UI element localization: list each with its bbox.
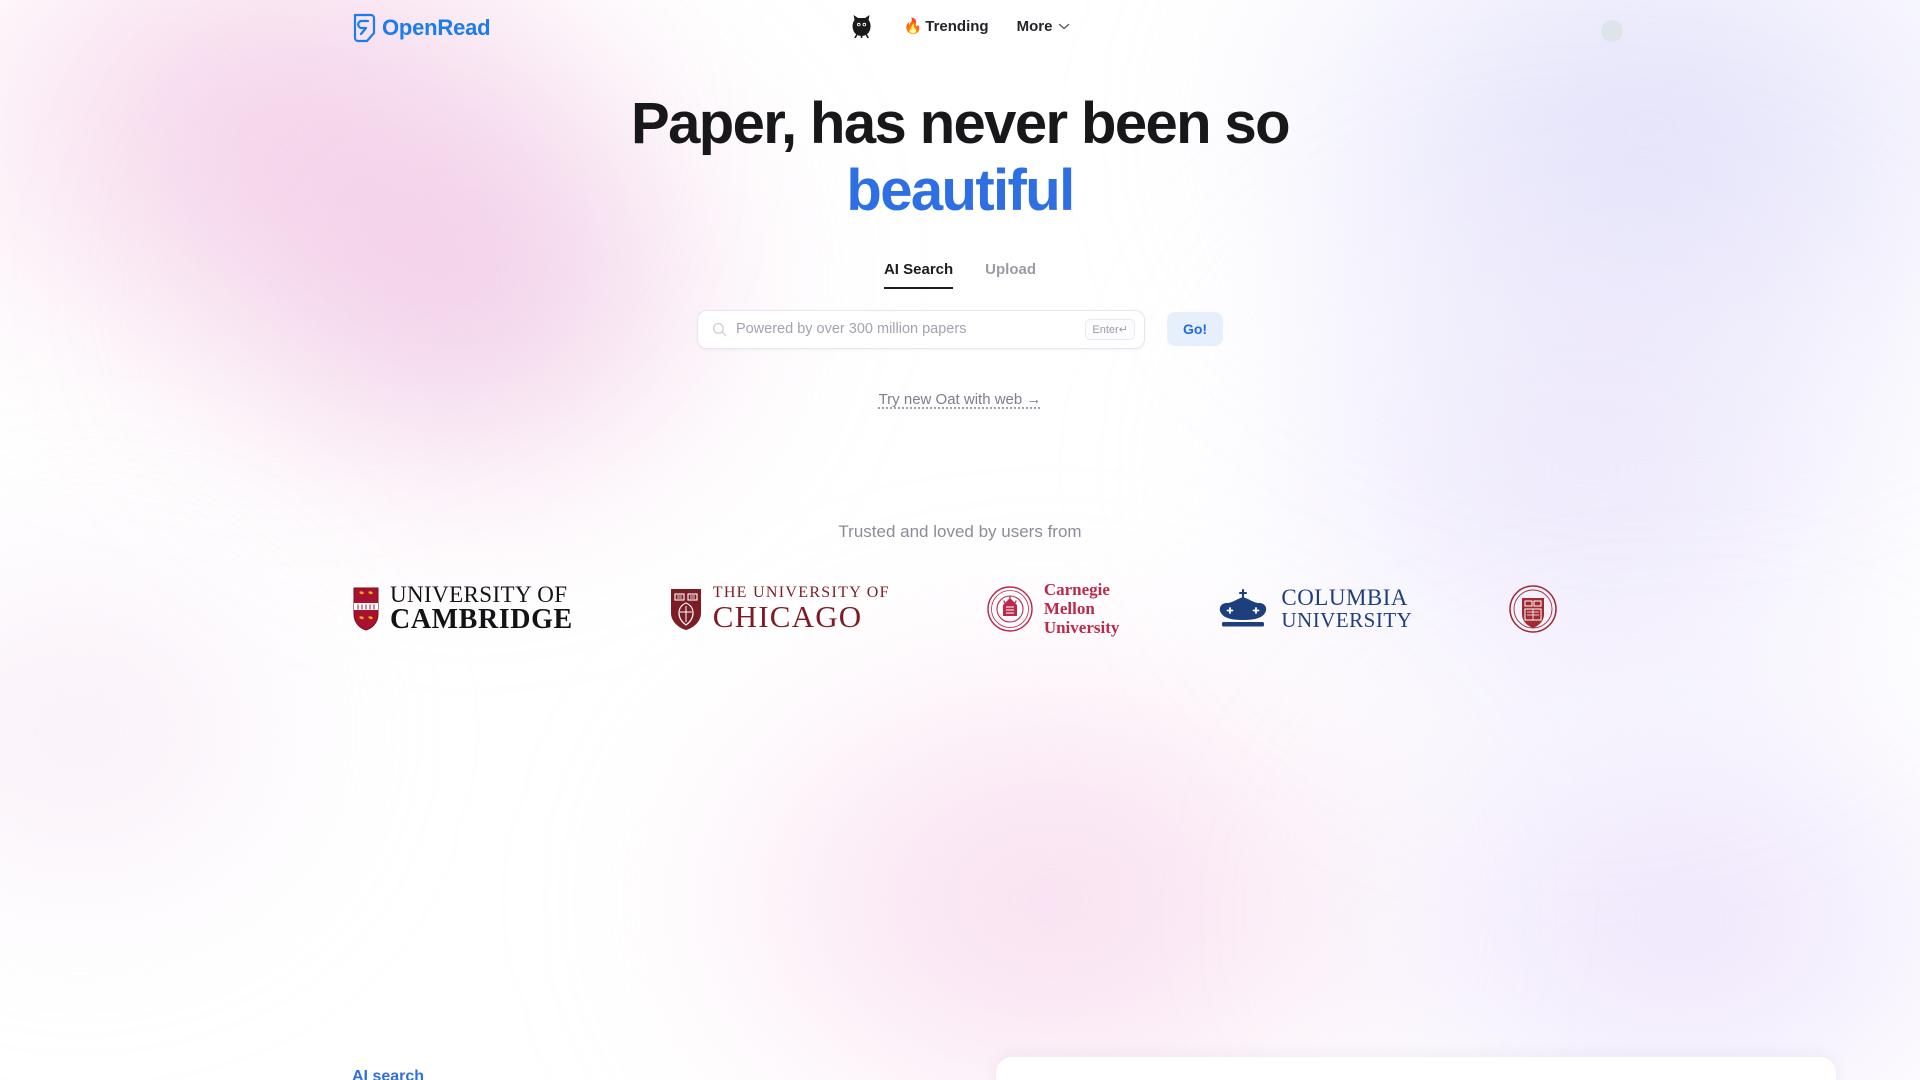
avatar[interactable] — [1601, 20, 1623, 42]
page-title: Paper, has never been so beautiful — [0, 90, 1920, 225]
brand-name: OpenRead — [382, 15, 491, 40]
nav-item-cat[interactable] — [851, 14, 876, 38]
logo-chicago-line2: CHICAGO — [712, 598, 863, 634]
logo-cmu[interactable]: Carnegie Mellon University — [986, 578, 1120, 640]
cornell-seal-icon — [1509, 584, 1558, 633]
tab-ai-search[interactable]: AI Search — [883, 261, 954, 289]
nav-item-more[interactable]: More — [1017, 19, 1070, 34]
hero-section: Paper, has never been so beautiful AI Se… — [0, 90, 1920, 408]
trusted-heading: Trusted and loved by users from — [838, 521, 1082, 541]
chevron-down-icon — [1058, 23, 1070, 29]
brand-logo[interactable]: OpenRead — [352, 13, 491, 43]
headline-accent: beautiful — [846, 158, 1075, 224]
trusted-section: Trusted and loved by users from UNIVERSI… — [0, 522, 1920, 656]
university-logos-carousel[interactable]: UNIVERSITY OF CAMBRIDGE THE UNIVERSITY O… — [0, 578, 1920, 656]
logo-cornell[interactable] — [1508, 578, 1568, 640]
search-mode-tabs: AI Search Upload — [0, 261, 1920, 289]
go-button[interactable]: Go! — [1166, 312, 1224, 347]
site-header: OpenRead 🔥 Trending More — [0, 0, 1920, 66]
logo-cambridge[interactable]: UNIVERSITY OF CAMBRIDGE — [352, 578, 573, 640]
enter-hint-badge: Enter↵ — [1085, 318, 1135, 340]
logo-columbia-line2: UNIVERSITY — [1281, 607, 1413, 632]
try-oat-link[interactable]: Try new Oat with web → — [0, 391, 1920, 408]
search-input[interactable] — [726, 321, 1086, 338]
columbia-crown-icon — [1220, 588, 1267, 627]
chicago-shield-icon — [670, 588, 701, 630]
below-fold-left-label[interactable]: AI search — [352, 1068, 424, 1080]
search-box[interactable]: Enter↵ — [696, 309, 1145, 349]
logo-cmu-line2: Mellon — [1043, 599, 1095, 619]
logo-cmu-line1: Carnegie — [1043, 579, 1110, 599]
logo-cambridge-line2: CAMBRIDGE — [390, 603, 573, 635]
headline-line-1: Paper, has never been so — [631, 91, 1291, 156]
search-icon — [712, 322, 727, 336]
logo-columbia[interactable]: COLUMBIA UNIVERSITY — [1215, 578, 1412, 640]
logo-chicago[interactable]: THE UNIVERSITY OF CHICAGO — [669, 578, 890, 640]
search-row: Enter↵ Go! — [0, 309, 1920, 349]
nav-item-more-label: More — [1016, 17, 1053, 35]
logo-cambridge-line1: UNIVERSITY OF — [390, 581, 568, 607]
tab-upload[interactable]: Upload — [985, 261, 1036, 289]
cmu-seal-icon — [987, 585, 1033, 632]
fire-icon: 🔥 — [903, 17, 923, 35]
openread-logo-icon — [353, 13, 376, 43]
cambridge-crest-icon — [353, 587, 379, 631]
logo-cmu-line3: University — [1043, 618, 1120, 638]
main-nav: 🔥 Trending More — [851, 14, 1070, 38]
nav-item-trending-label: Trending — [925, 17, 989, 35]
nav-item-trending[interactable]: 🔥 Trending — [904, 19, 989, 34]
black-cat-icon — [852, 15, 871, 38]
below-fold-panel[interactable] — [996, 1057, 1836, 1080]
logo-columbia-line1: COLUMBIA — [1281, 585, 1409, 611]
